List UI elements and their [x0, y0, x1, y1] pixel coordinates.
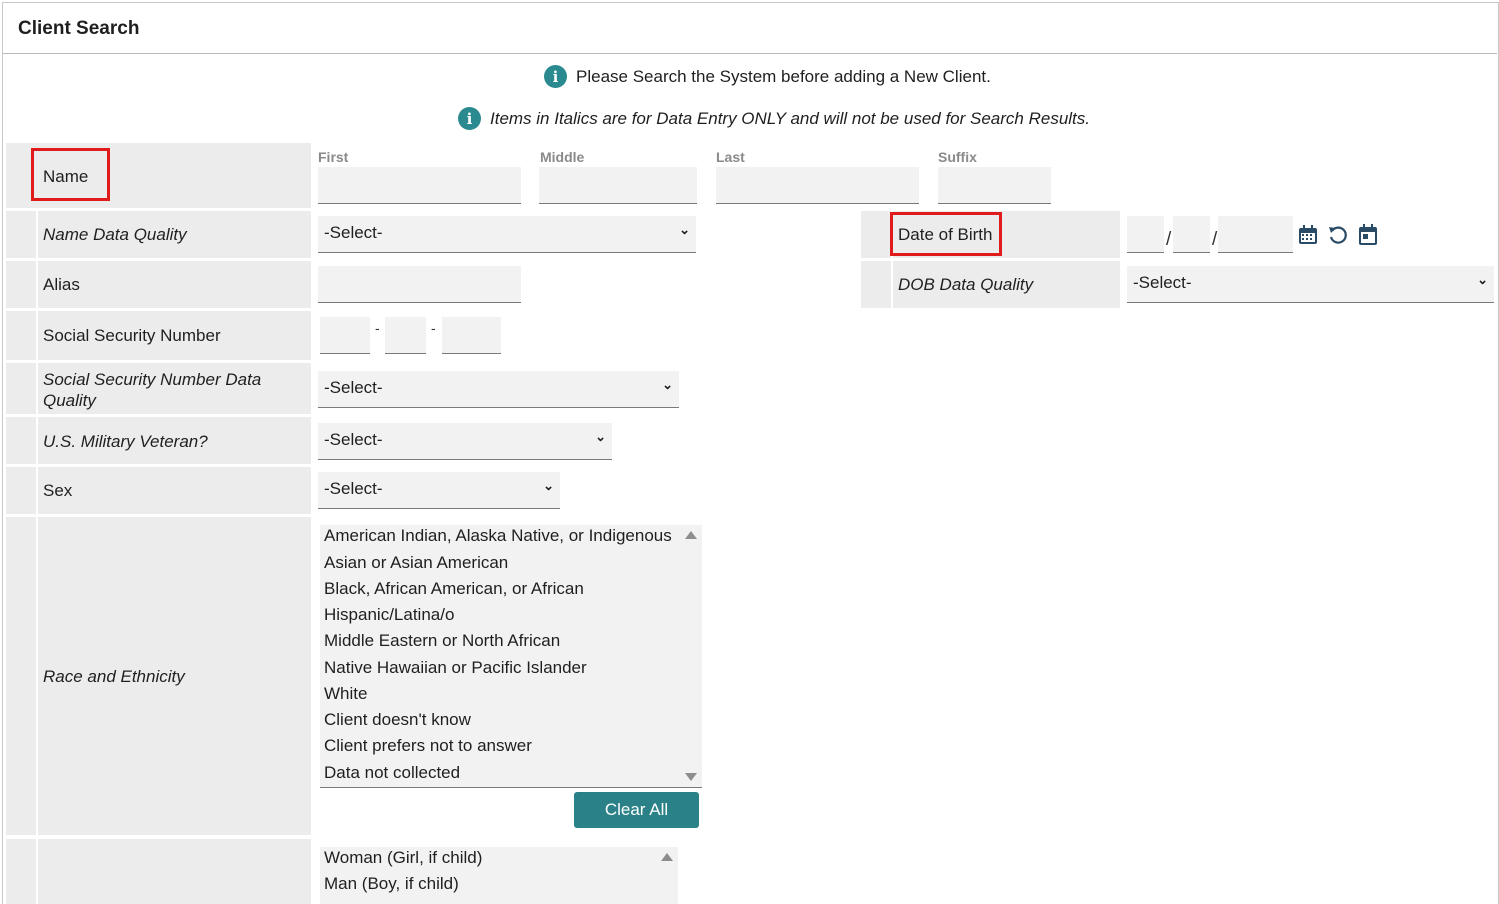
- row-gutter: [6, 261, 36, 308]
- row-gutter: [6, 517, 36, 835]
- suffix-caption: Suffix: [938, 149, 977, 165]
- veteran-label: U.S. Military Veteran?: [43, 432, 208, 451]
- alias-label: Alias: [43, 275, 80, 294]
- dob-separator: /: [1212, 229, 1218, 250]
- ssn-separator: -: [375, 320, 380, 336]
- row-gutter: [861, 261, 891, 308]
- row-gutter: [6, 839, 36, 904]
- list-option[interactable]: Native Hawaiian or Pacific Islander: [324, 658, 587, 678]
- list-option[interactable]: Woman (Girl, if child): [324, 848, 482, 868]
- listbox-scrollbar[interactable]: [682, 525, 700, 787]
- name-data-quality-select[interactable]: -Select- ⌄: [318, 216, 696, 253]
- ssn-part3-input[interactable]: [442, 317, 501, 354]
- ssn-label: Social Security Number: [43, 326, 221, 345]
- select-value: -Select-: [324, 223, 383, 242]
- scroll-up-icon[interactable]: [661, 853, 673, 861]
- list-option[interactable]: Middle Eastern or North African: [324, 631, 560, 651]
- listbox-scrollbar[interactable]: [658, 847, 676, 904]
- chevron-down-icon: ⌄: [1477, 272, 1488, 287]
- race-ethnicity-listbox[interactable]: American Indian, Alaska Native, or Indig…: [320, 525, 702, 788]
- dob-year-input[interactable]: [1218, 216, 1293, 253]
- sex-select[interactable]: -Select- ⌄: [318, 472, 560, 509]
- chevron-down-icon: ⌄: [662, 377, 673, 392]
- select-value: -Select-: [324, 479, 383, 498]
- ssn-part2-input[interactable]: [385, 317, 426, 354]
- ssn-data-quality-select[interactable]: -Select- ⌄: [318, 371, 679, 408]
- dob-day-input[interactable]: [1173, 216, 1210, 253]
- ssn-part1-input[interactable]: [320, 317, 370, 354]
- veteran-select[interactable]: -Select- ⌄: [318, 423, 612, 460]
- page-title: Client Search: [18, 18, 140, 39]
- ssn-separator: -: [431, 320, 436, 336]
- list-option[interactable]: Hispanic/Latina/o: [324, 605, 454, 625]
- name-label: Name: [43, 167, 89, 186]
- gender-label-cell: [38, 839, 311, 904]
- row-gutter: [861, 211, 891, 258]
- info-icon: i: [544, 65, 567, 88]
- first-name-caption: First: [318, 149, 349, 165]
- middle-name-caption: Middle: [540, 149, 585, 165]
- sex-label: Sex: [43, 481, 73, 500]
- chevron-down-icon: ⌄: [543, 478, 554, 493]
- chevron-down-icon: ⌄: [679, 222, 690, 237]
- suffix-select[interactable]: [938, 167, 1051, 204]
- info-text-italics: Items in Italics are for Data Entry ONLY…: [490, 108, 1091, 128]
- scroll-up-icon[interactable]: [685, 531, 697, 539]
- alias-input[interactable]: [318, 266, 521, 303]
- last-name-caption: Last: [716, 149, 745, 165]
- dob-month-input[interactable]: [1127, 216, 1164, 253]
- calendar-today-icon[interactable]: [1357, 223, 1379, 247]
- row-gutter: [6, 417, 36, 464]
- race-ethnicity-label: Race and Ethnicity: [43, 667, 185, 686]
- info-icon: i: [458, 107, 481, 130]
- info-message-search: i Please Search the System before adding…: [544, 65, 991, 88]
- select-value: -Select-: [324, 430, 383, 449]
- clear-all-button[interactable]: Clear All: [574, 792, 699, 828]
- select-value: -Select-: [1133, 273, 1192, 292]
- info-text-search: Please Search the System before adding a…: [576, 66, 991, 86]
- dob-label: Date of Birth: [898, 225, 993, 244]
- list-option[interactable]: Data not collected: [324, 763, 460, 783]
- dob-data-quality-label: DOB Data Quality: [898, 275, 1034, 294]
- first-name-input[interactable]: [318, 167, 521, 204]
- calendar-icon[interactable]: [1297, 224, 1319, 246]
- row-gutter: [6, 467, 36, 514]
- ssn-data-quality-label: Social Security Number Data Quality: [43, 370, 262, 410]
- list-option[interactable]: Client doesn't know: [324, 710, 471, 730]
- last-name-input[interactable]: [716, 167, 919, 204]
- chevron-down-icon: ⌄: [595, 429, 606, 444]
- select-value: -Select-: [324, 378, 383, 397]
- sex-label-cell: [38, 467, 311, 514]
- dob-separator: /: [1166, 229, 1172, 250]
- name-data-quality-label: Name Data Quality: [43, 225, 187, 244]
- row-gutter: [6, 363, 36, 414]
- row-gutter: [6, 311, 36, 360]
- list-option[interactable]: Asian or Asian American: [324, 553, 508, 573]
- middle-name-input[interactable]: [539, 167, 697, 204]
- scroll-down-icon[interactable]: [685, 773, 697, 781]
- list-option[interactable]: Man (Boy, if child): [324, 874, 459, 894]
- row-gutter: [6, 211, 36, 258]
- list-option[interactable]: American Indian, Alaska Native, or Indig…: [324, 526, 672, 546]
- list-option[interactable]: Client prefers not to answer: [324, 736, 532, 756]
- info-message-italics: i Items in Italics are for Data Entry ON…: [458, 107, 1090, 130]
- list-option[interactable]: White: [324, 684, 367, 704]
- dob-data-quality-select[interactable]: -Select- ⌄: [1127, 266, 1494, 303]
- panel-header: Client Search: [3, 3, 1497, 54]
- gender-listbox[interactable]: Woman (Girl, if child) Man (Boy, if chil…: [320, 847, 678, 904]
- reset-icon[interactable]: [1327, 224, 1349, 246]
- list-option[interactable]: Black, African American, or African: [324, 579, 584, 599]
